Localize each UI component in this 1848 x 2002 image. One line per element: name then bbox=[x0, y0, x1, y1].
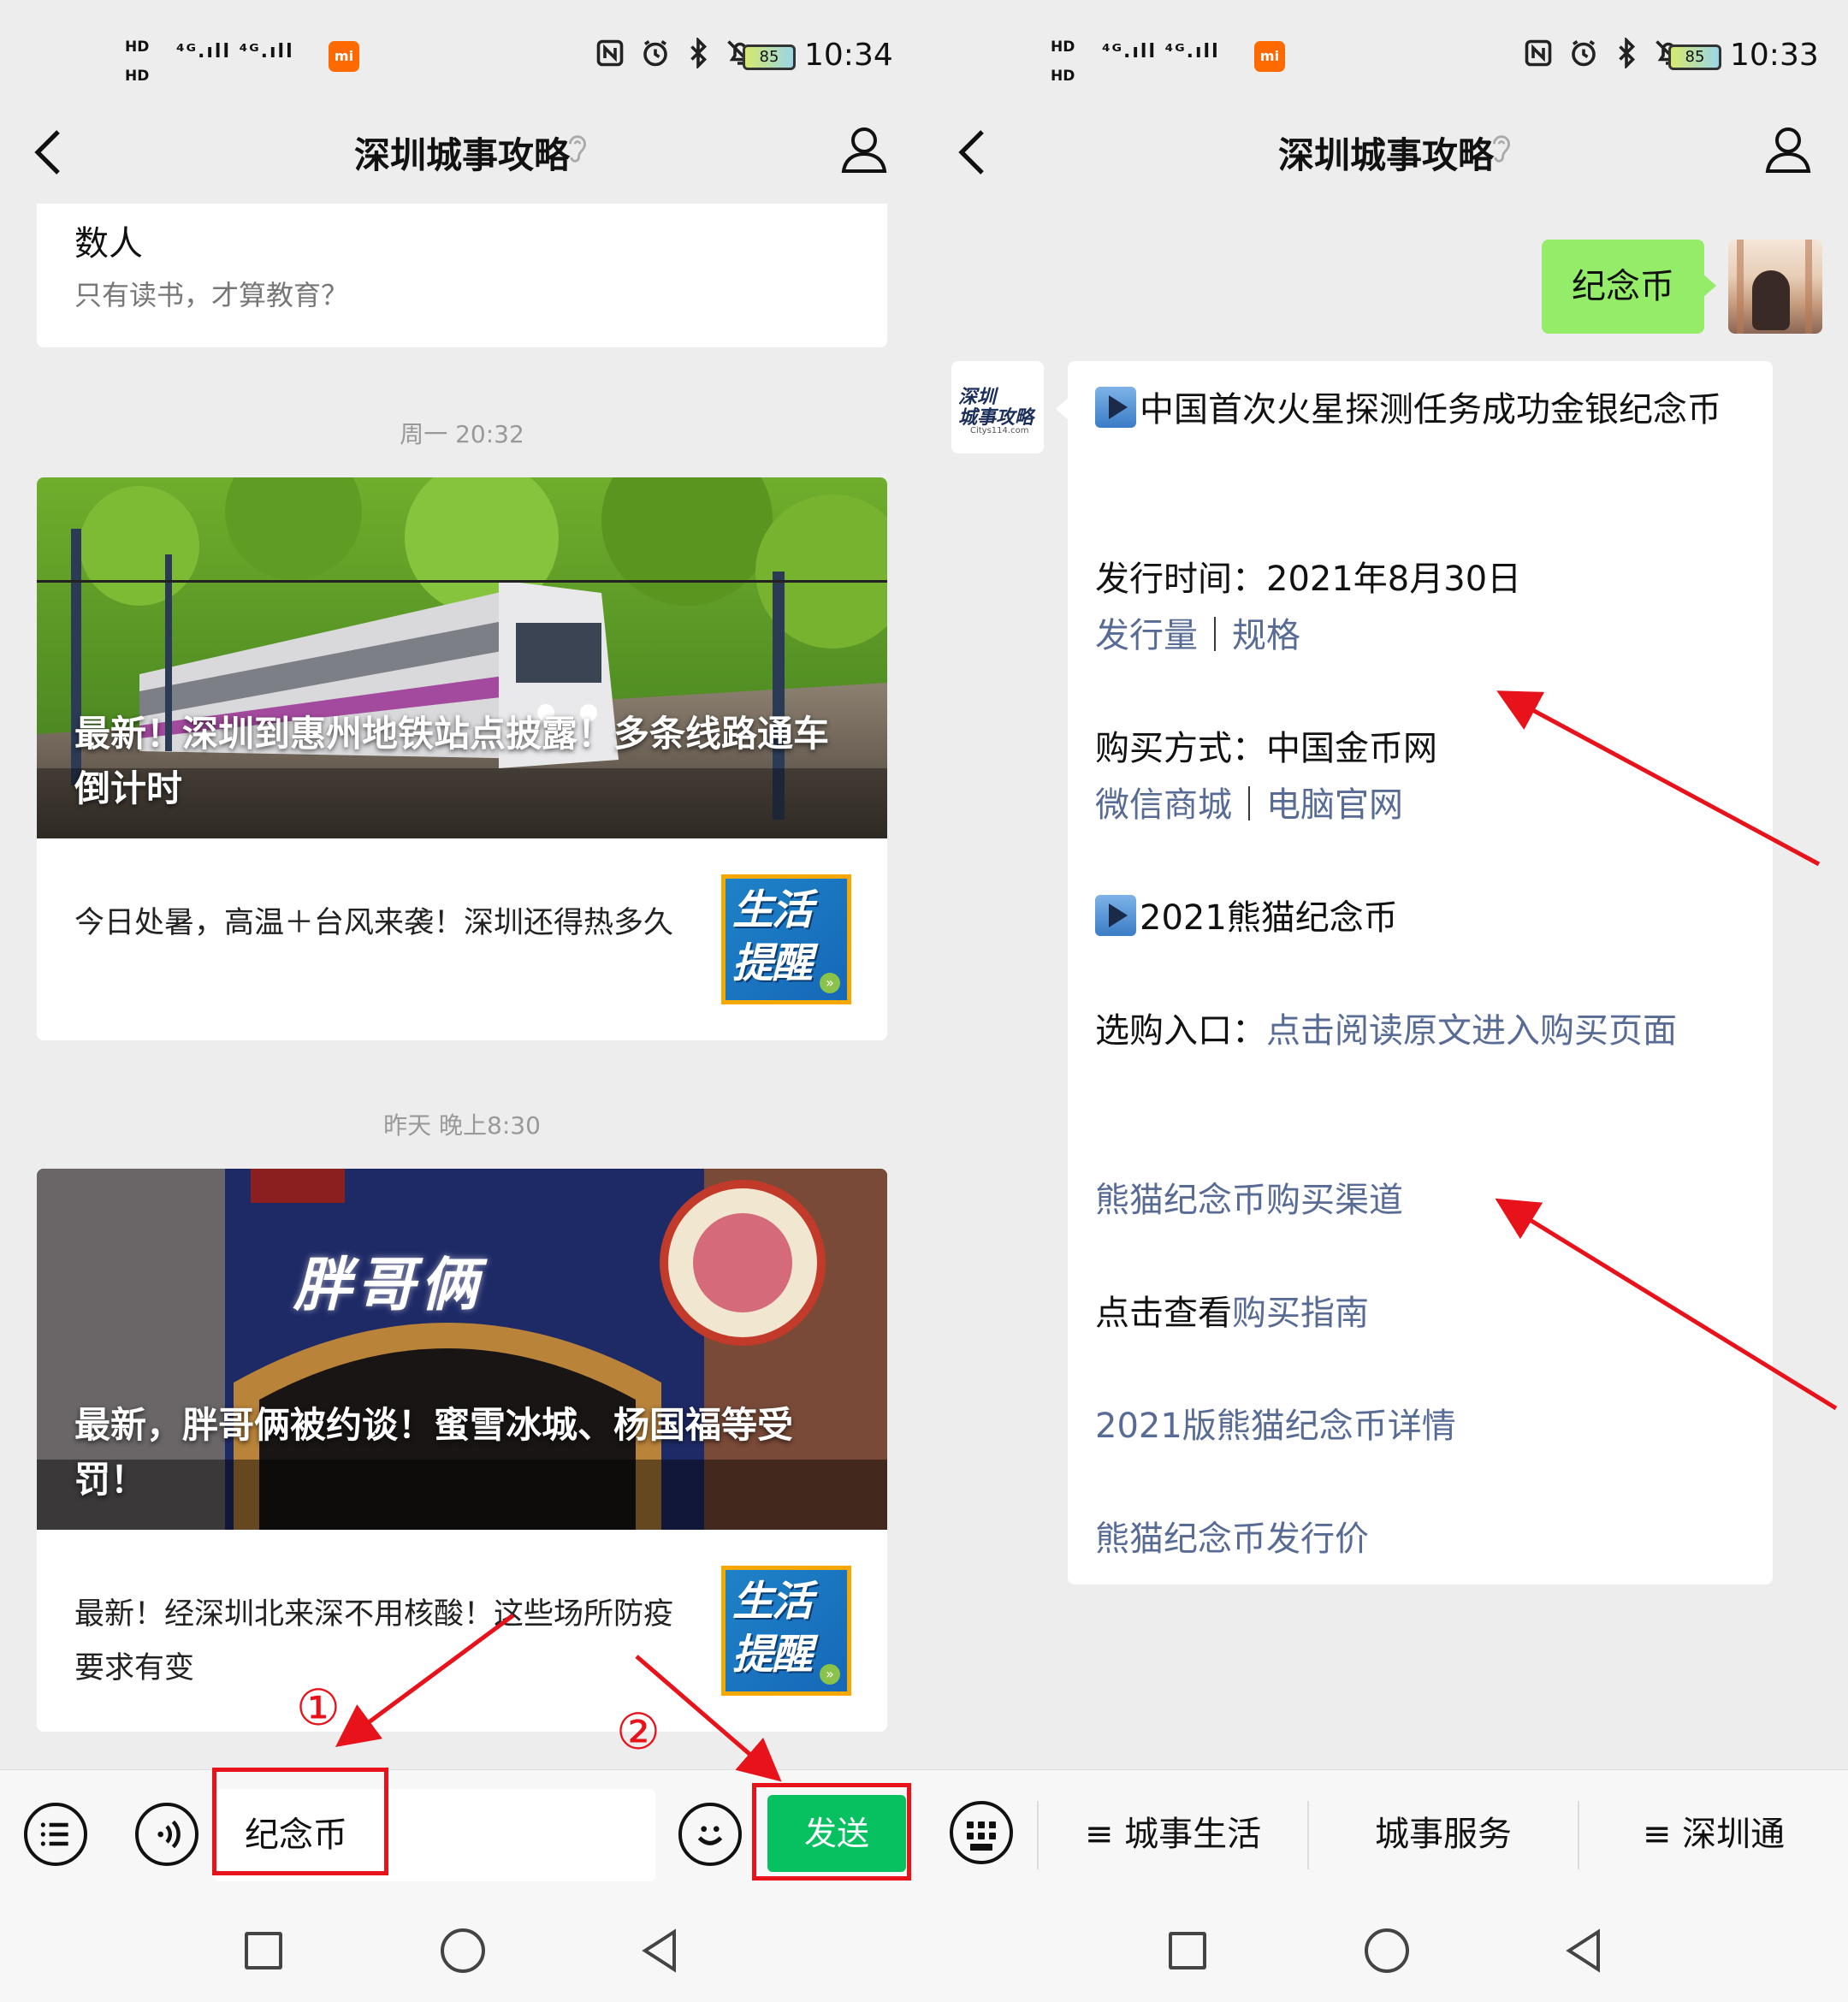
annotation-arrow-1 bbox=[335, 1613, 515, 1747]
back-nav-icon[interactable] bbox=[640, 1928, 681, 1973]
menu-city-life[interactable]: ≡ 城事生活 bbox=[1039, 1770, 1307, 1898]
annotation-arrows bbox=[335, 1613, 782, 1782]
keyboard-icon[interactable] bbox=[950, 1801, 1013, 1864]
left-phone-screen: HD HD ⁴ᴳ.ıll ⁴ᴳ.ıll mi 85 10:34 深圳城事攻略 数… bbox=[0, 0, 924, 2002]
menu-shenzhen-tong[interactable]: ≡ 深圳通 bbox=[1579, 1770, 1848, 1898]
right-phone-screen: HD HD ⁴ᴳ.ıll ⁴ᴳ.ıll mi 85 10:33 深圳城事攻略 纪… bbox=[924, 0, 1848, 2002]
recent-apps-icon[interactable] bbox=[245, 1932, 282, 1969]
system-navigation-bar bbox=[0, 1898, 924, 2002]
annotation-arrow-channels bbox=[1495, 1198, 1838, 1411]
screenshot-stage: HD HD ⁴ᴳ.ıll ⁴ᴳ.ıll mi 85 10:34 深圳城事攻略 数… bbox=[0, 0, 1848, 2002]
annotation-arrow-purchase bbox=[1496, 690, 1821, 867]
menu-city-services[interactable]: 城事服务 bbox=[1309, 1770, 1578, 1898]
home-icon[interactable] bbox=[441, 1928, 485, 1973]
home-icon[interactable] bbox=[1365, 1928, 1409, 1973]
recent-apps-icon[interactable] bbox=[1169, 1932, 1206, 1969]
annotation-arrows bbox=[1495, 690, 1838, 1411]
official-account-menu: ≡ 城事生活 城事服务 ≡ 深圳通 bbox=[924, 1769, 1848, 1898]
system-navigation-bar bbox=[924, 1898, 1848, 2002]
annotation-arrow-2 bbox=[635, 1655, 782, 1782]
back-nav-icon[interactable] bbox=[1564, 1928, 1605, 1973]
